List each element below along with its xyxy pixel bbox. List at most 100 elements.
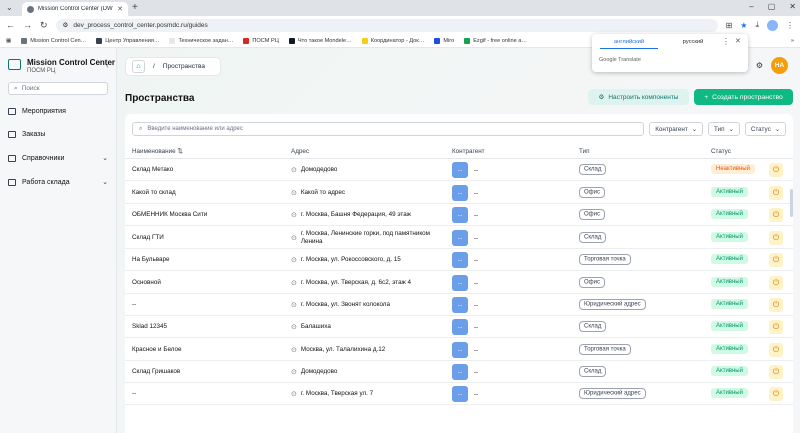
select-contractor-button[interactable]: ... [452, 162, 468, 178]
translate-source-lang-tab[interactable]: английский [600, 39, 658, 49]
all-bookmarks-button[interactable]: » [791, 38, 794, 44]
globe-icon [27, 5, 34, 13]
address-bar: ← → ↻ ⚙ dev_process_control_center.posmd… [0, 16, 800, 34]
table-row[interactable]: -- ⊙ г. Москва, Тверская ул. 7... -- Юридиче… [125, 383, 793, 405]
power-toggle-icon[interactable]: ⏻ [769, 276, 783, 290]
table-row[interactable]: Красное и Белое ⊙ Москва, ул. Талалихина д… [125, 338, 793, 361]
contractor-value: -- [474, 211, 479, 219]
table-search-input[interactable]: ⌕ Введите наименование или адрес [132, 122, 645, 136]
table-row[interactable]: Основной ⊙ г. Москва, ул. Тверская, д. 6с2… [125, 271, 793, 294]
power-toggle-icon[interactable]: ⏻ [769, 320, 783, 334]
translate-menu-icon[interactable]: ⋮ [722, 37, 730, 46]
sidebar-item-orders[interactable]: Заказы [8, 131, 108, 138]
select-contractor-button[interactable]: ... [452, 319, 468, 335]
sidebar-item-warehouse[interactable]: Работа склада ⌄ [8, 178, 108, 186]
close-tab-icon[interactable]: ✕ [117, 5, 123, 13]
select-contractor-button[interactable]: ... [452, 364, 468, 380]
profile-avatar-icon[interactable] [767, 19, 778, 31]
space-name: Склад Гришаков [132, 368, 181, 375]
bookmark-item[interactable]: Центр Управления… [96, 37, 159, 44]
forward-icon[interactable]: → [23, 20, 32, 30]
status-badge: Неактивный [711, 164, 755, 174]
settings-icon[interactable]: ⚙ [756, 61, 763, 70]
apps-grid-icon[interactable]: ▦ [6, 38, 11, 44]
power-toggle-icon[interactable]: ⏻ [769, 163, 783, 177]
table-row[interactable]: ОБМЕННИК Москва Сити ⊙ г. Москва, Башня Фе… [125, 204, 793, 226]
select-contractor-button[interactable]: ... [452, 207, 468, 223]
type-chip: Склад [579, 163, 607, 175]
sort-icon[interactable]: ⇅ [177, 148, 182, 155]
type-filter[interactable]: Тип ⌄ [708, 122, 740, 136]
close-window-icon[interactable]: ✕ [789, 2, 796, 11]
maximize-icon[interactable]: ▢ [768, 2, 776, 11]
status-badge: Активный [711, 321, 748, 331]
bookmark-star-icon[interactable]: ★ [740, 21, 747, 30]
sidebar-item-references[interactable]: Справочники ⌄ [8, 154, 108, 162]
bookmark-item[interactable]: Ezgif - free online a… [464, 37, 527, 44]
type-chip: Офис [579, 208, 605, 220]
browser-tab[interactable]: Mission Control Center (DWS) ✕ [22, 2, 128, 16]
url-input[interactable]: ⚙ dev_process_control_center.posmdc.ru/g… [55, 18, 718, 32]
download-icon[interactable]: ⤓ [755, 20, 759, 30]
sidebar-search-input[interactable]: ⌕ Поиск [8, 82, 108, 95]
bookmark-item[interactable]: Техническое задан… [169, 37, 233, 44]
bookmark-item[interactable]: Что такое Mondele… [288, 37, 352, 44]
select-contractor-button[interactable]: ... [452, 185, 468, 201]
select-contractor-button[interactable]: ... [452, 297, 468, 313]
menu-kebab-icon[interactable]: ⋮ [786, 21, 794, 30]
power-toggle-icon[interactable]: ⏻ [769, 365, 783, 379]
status-filter[interactable]: Статус ⌄ [744, 122, 786, 136]
translate-icon[interactable]: ⊞ [726, 21, 733, 30]
table-row[interactable]: Sklad 12345 ⊙ Балашиха... -- Склад Активный ⏻ [125, 316, 793, 338]
type-chip: Торговая точка [579, 253, 631, 265]
translate-target-lang-tab[interactable]: русский [664, 39, 722, 45]
power-toggle-icon[interactable]: ⏻ [769, 253, 783, 267]
location-pin-icon: ⊙ [291, 190, 297, 197]
select-contractor-button[interactable]: ... [452, 275, 468, 291]
bookmark-item[interactable]: ПОСМ РЦ [243, 37, 279, 44]
status-filter-label: Статус [750, 125, 771, 133]
sidebar-item-events[interactable]: Мероприятия [8, 108, 108, 115]
power-toggle-icon[interactable]: ⏻ [769, 186, 783, 200]
tab-list-icon[interactable]: ⌄ [6, 3, 13, 12]
power-toggle-icon[interactable]: ⏻ [769, 208, 783, 222]
select-contractor-button[interactable]: ... [452, 386, 468, 402]
power-cell: ⏻ [769, 208, 783, 222]
home-icon[interactable]: ⌂ [132, 60, 145, 73]
minimize-icon[interactable]: – [749, 2, 753, 11]
create-space-button[interactable]: + Создать пространство [694, 89, 793, 105]
new-tab-icon[interactable]: + [132, 2, 138, 13]
configure-components-button[interactable]: ⚙ Настроить компоненты [588, 89, 689, 105]
site-info-icon[interactable]: ⚙ [63, 21, 69, 29]
table-row[interactable]: Склад ГТИ ⊙ г. Москва, Ленинские горки, по… [125, 226, 793, 249]
power-toggle-icon[interactable]: ⏻ [769, 387, 783, 401]
table-row[interactable]: -- ⊙ г. Москва, ул. Звонят колокола... -- Юр… [125, 294, 793, 316]
type-cell: Офис [579, 208, 605, 220]
type-cell: Склад [579, 163, 607, 175]
bookmark-item[interactable]: Mission Control Cen… [21, 37, 86, 44]
collapse-sidebar-icon[interactable]: ‹ [106, 61, 109, 70]
chevron-down-icon: ⌄ [728, 125, 734, 133]
power-toggle-icon[interactable]: ⏻ [769, 298, 783, 312]
select-contractor-button[interactable]: ... [452, 230, 468, 246]
location-pin-icon: ⊙ [291, 391, 297, 398]
warehouse-icon [8, 178, 16, 186]
table-scrollbar[interactable] [790, 189, 793, 217]
table-row[interactable]: На Бульваре ⊙ г. Москва, ул. Рокоссовского… [125, 249, 793, 271]
reload-icon[interactable]: ↻ [40, 20, 48, 31]
bookmark-item[interactable]: Miro [434, 37, 454, 44]
select-contractor-button[interactable]: ... [452, 342, 468, 358]
avatar[interactable]: НА [771, 57, 788, 74]
table-row[interactable]: Склад Гришаков ⊙ Домодедово... -- Склад Актив… [125, 361, 793, 383]
back-icon[interactable]: ← [6, 20, 15, 30]
close-icon[interactable]: ✕ [735, 37, 741, 45]
location-pin-icon: ⊙ [291, 347, 297, 354]
power-toggle-icon[interactable]: ⏻ [769, 343, 783, 357]
column-header-name[interactable]: Наименование ⇅ [132, 148, 183, 155]
table-row[interactable]: Склад Метако ⊙ Домодедово... -- Склад Неактив… [125, 159, 793, 181]
select-contractor-button[interactable]: ... [452, 252, 468, 268]
contractor-filter[interactable]: Контрагент ⌄ [649, 122, 704, 136]
table-row[interactable]: Какой то склад ⊙ Какой то адрес... -- Офис Ак… [125, 181, 793, 204]
bookmark-item[interactable]: Координатор - Док… [361, 37, 424, 44]
power-toggle-icon[interactable]: ⏻ [769, 231, 783, 245]
